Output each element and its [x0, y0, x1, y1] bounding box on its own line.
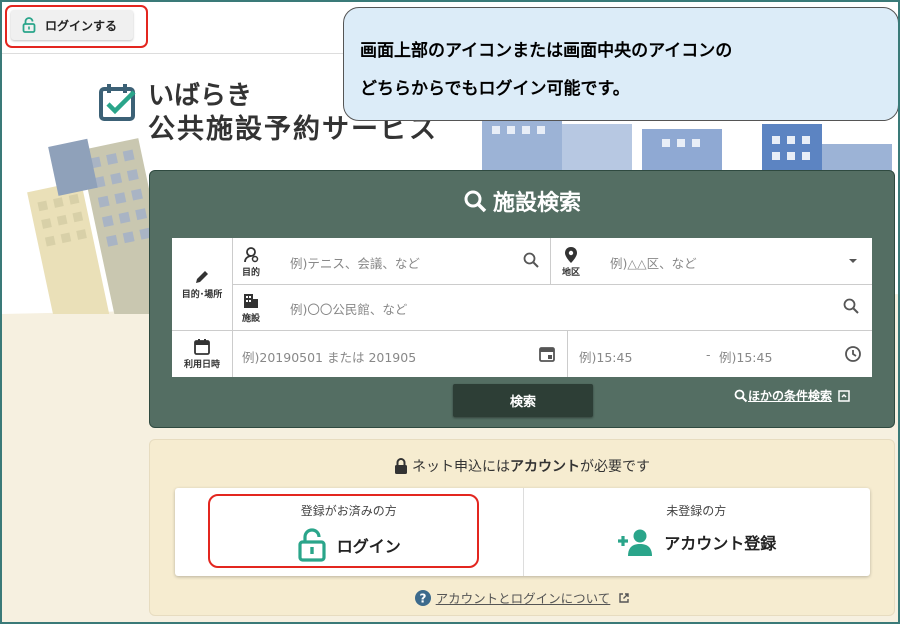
highlight-box-header-login — [5, 5, 148, 48]
search-icon[interactable] — [842, 297, 860, 315]
person-search-icon — [244, 247, 259, 263]
pencil-icon — [196, 271, 208, 283]
search-icon[interactable] — [522, 251, 540, 269]
clock-icon[interactable] — [844, 345, 862, 363]
search-panel-title: 施設検索 — [150, 185, 894, 217]
time-separator: - — [706, 347, 711, 362]
calendar-icon — [194, 339, 210, 355]
divider — [550, 238, 551, 284]
purpose-label: 目的 — [232, 242, 270, 282]
time-to-input[interactable]: 例)15:45 — [719, 347, 772, 366]
register-button[interactable]: アカウント登録 — [523, 528, 871, 556]
time-from-input[interactable]: 例)15:45 — [579, 347, 632, 366]
purpose-place-label: 目的･場所 — [172, 238, 232, 330]
lock-icon — [395, 458, 407, 474]
search-button[interactable]: 検索 — [453, 384, 593, 417]
account-notice: ネット申込には アカウント が必要です — [150, 456, 894, 476]
purpose-input[interactable]: 例)テニス、会議、など — [290, 253, 420, 272]
annotation-callout: 画面上部のアイコンまたは画面中央のアイコンの どちらからでもログイン可能です。 — [343, 7, 898, 121]
highlight-box-login — [208, 494, 479, 568]
account-about-link[interactable]: ? アカウントとログインについて — [150, 588, 894, 607]
facility-input[interactable]: 例)〇〇公民館、など — [290, 299, 407, 318]
search-icon — [734, 389, 748, 402]
search-form: 目的･場所 目的 例)テニス、会議、など 地区 例)△△区、など 施設 例)〇〇… — [172, 238, 872, 377]
help-icon: ? — [414, 589, 431, 606]
external-link-icon — [619, 592, 630, 603]
divider — [232, 284, 872, 285]
add-user-icon — [618, 529, 653, 556]
area-label: 地区 — [552, 242, 590, 282]
dropdown-arrow-icon[interactable] — [844, 252, 862, 270]
open-modal-icon — [838, 389, 850, 402]
datetime-label: 利用日時 — [172, 332, 232, 376]
callout-line2: どちらからでもログイン可能です。 — [360, 79, 630, 99]
other-conditions-link[interactable]: ほかの条件検索 — [734, 387, 850, 404]
facility-label: 施設 — [232, 288, 270, 328]
search-icon — [464, 190, 487, 213]
unregistered-title: 未登録の方 — [666, 504, 727, 518]
divider — [172, 330, 872, 331]
search-title-text: 施設検索 — [492, 191, 581, 216]
divider — [567, 330, 568, 377]
calendar-check-icon — [99, 84, 136, 121]
callout-line1: 画面上部のアイコンまたは画面中央のアイコンの — [360, 41, 733, 61]
divider — [232, 330, 233, 377]
facility-search-panel: 施設検索 目的･場所 目的 例)テニス、会議、など 地区 例)△△区、など 施設… — [149, 170, 895, 428]
svg-text:?: ? — [419, 591, 426, 605]
calendar-picker-icon[interactable] — [538, 345, 556, 363]
building-icon — [244, 294, 258, 308]
register-card[interactable]: 未登録の方 アカウント登録 — [523, 488, 871, 576]
page-frame: いばらき 公共施設予約サービス ログインする 画面上部のアイコンまたは画面中央の… — [0, 0, 900, 624]
register-label: アカウント登録 — [664, 534, 777, 553]
area-select[interactable]: 例)△△区、など — [610, 253, 697, 272]
map-pin-icon — [565, 247, 577, 263]
date-input[interactable]: 例)20190501 または 201905 — [242, 347, 416, 366]
